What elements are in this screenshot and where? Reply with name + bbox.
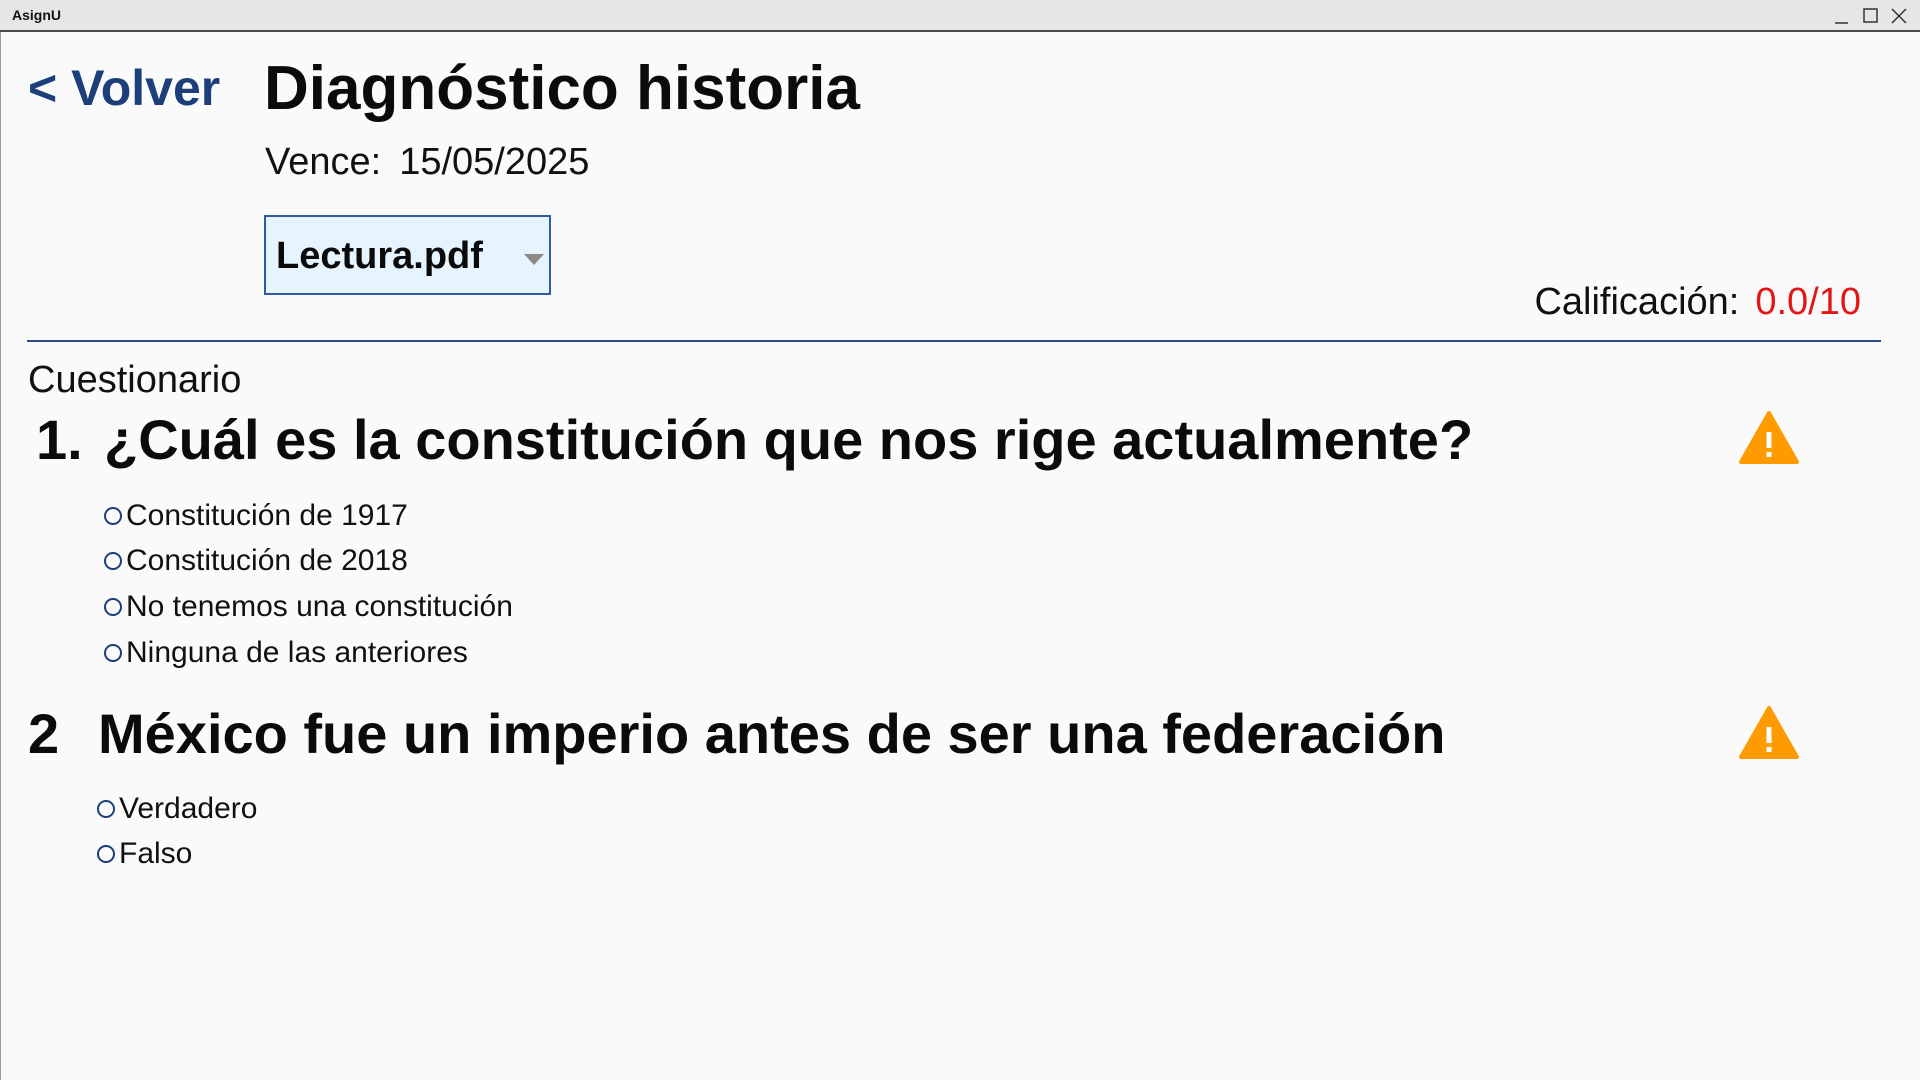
grade-label: Calificación:: [1534, 281, 1740, 323]
answer-option[interactable]: Constitución de 1917: [104, 496, 408, 536]
answer-option[interactable]: Constitución de 2018: [104, 541, 408, 581]
answer-option[interactable]: Ninguna de las anteriores: [104, 633, 468, 673]
option-label: Ninguna de las anteriores: [126, 636, 468, 669]
radio-button[interactable]: [104, 507, 122, 525]
due-label: Vence:: [265, 141, 382, 183]
question-number: 2: [28, 702, 60, 765]
radio-button[interactable]: [104, 598, 122, 616]
chevron-down-icon[interactable]: [524, 253, 544, 271]
question-text: ¿Cuál es la constitución que nos rige ac…: [104, 408, 1474, 471]
due-date: 15/05/2025: [399, 141, 590, 183]
radio-button[interactable]: [104, 552, 122, 570]
question-text: México fue un imperio antes de ser una f…: [98, 702, 1446, 765]
answer-option[interactable]: No tenemos una constitución: [104, 587, 513, 627]
answer-option[interactable]: Falso: [97, 834, 192, 874]
attachment-dropdown[interactable]: Lectura.pdf: [264, 215, 551, 295]
option-label: Falso: [119, 837, 193, 870]
title-bar: AsignU: [0, 0, 1920, 32]
warning-icon: [1738, 705, 1800, 761]
answer-option[interactable]: Verdadero: [97, 789, 257, 829]
window-title: AsignU: [12, 7, 61, 23]
maximize-icon[interactable]: [1859, 4, 1883, 28]
grade-value: 0.0/10: [1755, 281, 1861, 323]
question-number: 1.: [36, 408, 83, 471]
option-label: Verdadero: [119, 792, 258, 825]
due-date-row: Vence: 15/05/2025: [265, 140, 589, 186]
radio-button[interactable]: [97, 800, 115, 818]
close-icon[interactable]: [1887, 4, 1911, 28]
warning-icon: [1738, 410, 1800, 466]
page-title: Diagnóstico historia: [264, 54, 860, 123]
minimize-icon[interactable]: [1830, 4, 1854, 28]
radio-button[interactable]: [97, 845, 115, 863]
grade-display: Calificación: 0.0/10: [1534, 280, 1861, 326]
attachment-selected-value: Lectura.pdf: [276, 235, 483, 277]
header-divider: [27, 340, 1881, 342]
radio-button[interactable]: [104, 644, 122, 662]
section-label: Cuestionario: [28, 359, 242, 401]
window-border: [0, 32, 1, 1080]
back-button[interactable]: < Volver: [28, 58, 220, 118]
option-label: No tenemos una constitución: [126, 590, 513, 623]
option-label: Constitución de 1917: [126, 499, 408, 532]
option-label: Constitución de 2018: [126, 544, 408, 577]
